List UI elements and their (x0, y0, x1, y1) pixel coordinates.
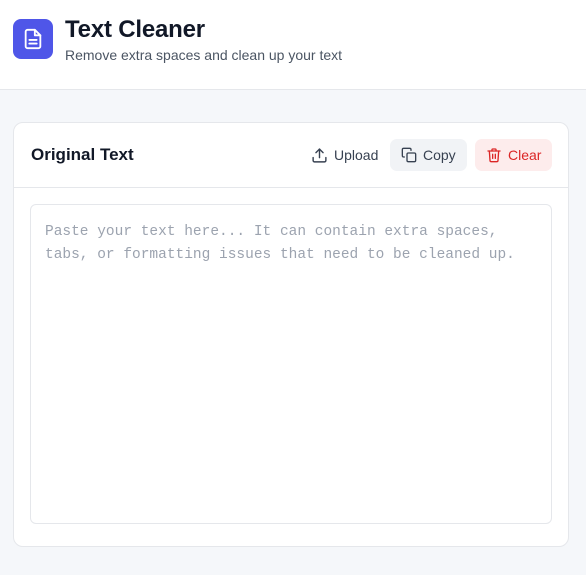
copy-icon (401, 147, 417, 163)
upload-button-label: Upload (334, 147, 379, 163)
original-text-input[interactable] (31, 205, 551, 523)
document-icon (13, 19, 53, 59)
trash-icon (486, 147, 502, 163)
card-header: Original Text Upload Copy Clear (14, 123, 568, 188)
app-subtitle: Remove extra spaces and clean up your te… (65, 47, 343, 63)
app-header: Text Cleaner Remove extra spaces and cle… (0, 0, 586, 90)
clear-button[interactable]: Clear (475, 139, 553, 171)
text-input-container (30, 204, 552, 524)
app-title: Text Cleaner (65, 16, 205, 43)
copy-button[interactable]: Copy (390, 139, 467, 171)
clear-button-label: Clear (508, 147, 542, 163)
card-title: Original Text (31, 145, 134, 164)
original-text-card: Original Text Upload Copy Clear Paste yo… (13, 122, 569, 547)
upload-icon (311, 147, 328, 164)
copy-button-label: Copy (423, 147, 456, 163)
upload-button[interactable]: Upload (300, 139, 389, 171)
